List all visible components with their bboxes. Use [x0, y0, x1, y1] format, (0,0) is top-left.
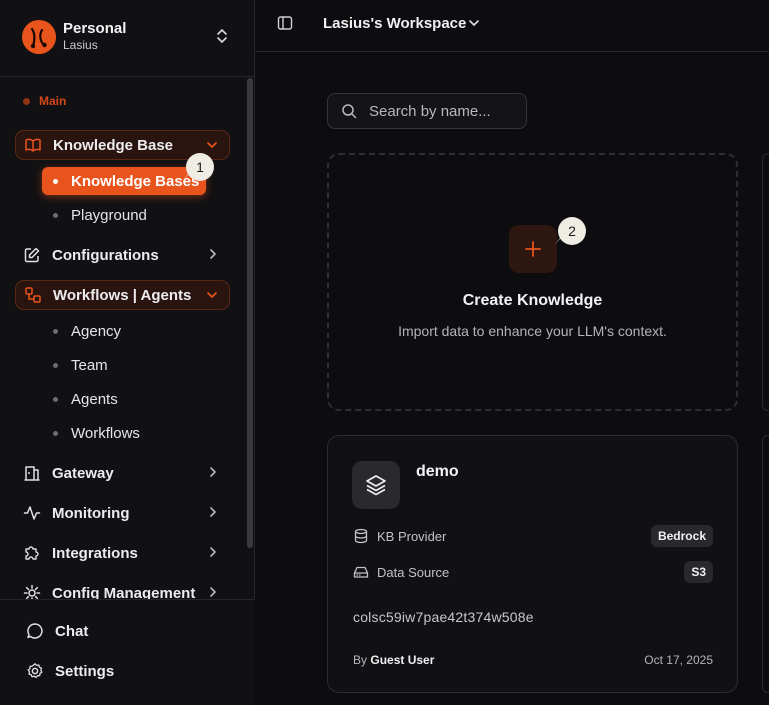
chevron-right-icon: [210, 467, 216, 477]
bullet-icon: [53, 396, 58, 402]
kb-name: demo: [416, 463, 459, 480]
kb-date: Oct 17, 2025: [644, 653, 713, 667]
org-switcher[interactable]: Personal Lasius: [0, 0, 255, 77]
org-name: Personal: [63, 20, 127, 37]
sidebar-toggle-icon[interactable]: [277, 15, 293, 31]
search-box[interactable]: [327, 93, 527, 129]
plus-icon: [525, 241, 541, 257]
org-logo-icon: [22, 20, 56, 54]
edit-icon: [23, 246, 41, 264]
activity-icon: [23, 504, 41, 522]
sidebar-item-label: Monitoring: [52, 504, 130, 522]
chevron-right-icon: [210, 587, 216, 597]
search-icon: [342, 104, 357, 119]
kb-provider-row: KB Provider: [353, 528, 446, 544]
sidebar-subitem-playground[interactable]: Playground: [42, 201, 147, 229]
bullet-icon: [53, 178, 58, 184]
chevron-down-icon[interactable]: [467, 16, 481, 30]
sidebar-item-integrations[interactable]: Integrations: [15, 538, 230, 568]
bullet-icon: [53, 328, 58, 334]
kb-author-name: Guest User: [370, 653, 435, 667]
kb-source-badge: S3: [684, 561, 713, 583]
tour-badge-2[interactable]: 2: [558, 217, 586, 245]
create-knowledge-button[interactable]: [509, 225, 557, 273]
create-knowledge-title: Create Knowledge: [462, 292, 603, 309]
section-label-main: Main: [23, 94, 66, 108]
chevrons-up-down-icon[interactable]: [214, 27, 230, 45]
workflow-icon: [24, 286, 42, 304]
sidebar-subitem-team[interactable]: Team: [42, 351, 108, 379]
sidebar-item-label: Knowledge Base: [53, 136, 174, 154]
bullet-icon: [53, 430, 58, 436]
kb-source-row: Data Source: [353, 564, 449, 580]
chevron-right-icon: [210, 547, 216, 557]
sidebar-item-configurations[interactable]: Configurations: [15, 240, 230, 270]
tour-badge-1[interactable]: 1: [186, 153, 214, 181]
sidebar-item-monitoring[interactable]: Monitoring: [15, 498, 230, 528]
sidebar: Personal Lasius Main Knowledge Base Know…: [0, 0, 255, 705]
create-knowledge-subtitle: Import data to enhance your LLM's contex…: [398, 323, 667, 339]
next-card-edge: [762, 435, 769, 693]
sidebar-item-label: Integrations: [52, 544, 138, 562]
section-dot-icon: [23, 97, 30, 105]
sidebar-bottom-nav: Chat Settings: [0, 599, 255, 705]
bullet-icon: [53, 362, 58, 368]
sidebar-subitem-agents[interactable]: Agents: [42, 385, 118, 413]
sidebar-item-workflows-agents[interactable]: Workflows | Agents: [15, 280, 230, 310]
next-card-edge: [762, 153, 769, 411]
sidebar-item-label: Workflows | Agents: [53, 286, 192, 304]
chevron-down-icon: [207, 292, 217, 298]
sidebar-scrollbar[interactable]: [247, 78, 253, 548]
chevron-right-icon: [210, 249, 216, 259]
create-knowledge-card[interactable]: 2 Create Knowledge Import data to enhanc…: [327, 153, 738, 411]
settings-icon: [26, 662, 44, 680]
sidebar-item-label: Gateway: [52, 464, 114, 482]
kb-id: colsc59iw7pae42t374w508e: [353, 609, 534, 625]
chat-icon: [26, 622, 44, 640]
chevron-down-icon: [207, 142, 217, 148]
bullet-icon: [53, 212, 58, 218]
sidebar-subitem-agency[interactable]: Agency: [42, 317, 121, 345]
workspace-title[interactable]: Lasius's Workspace: [323, 15, 466, 32]
chevron-right-icon: [210, 507, 216, 517]
sidebar-item-gateway[interactable]: Gateway: [15, 458, 230, 488]
database-icon: [353, 528, 369, 544]
top-bar: Lasius's Workspace: [255, 0, 769, 52]
knowledge-base-card[interactable]: demo KB Provider Bedrock Data Source S3 …: [327, 435, 738, 693]
kb-author: By Guest User: [353, 653, 435, 667]
hard-drive-icon: [353, 564, 369, 580]
layers-icon: [352, 461, 400, 509]
search-input[interactable]: [369, 102, 519, 120]
sidebar-item-label: Configurations: [52, 246, 159, 264]
org-user: Lasius: [63, 38, 98, 52]
kb-provider-badge: Bedrock: [650, 525, 713, 547]
book-icon: [24, 136, 42, 154]
sidebar-item-settings[interactable]: Settings: [26, 662, 114, 680]
sidebar-subitem-workflows[interactable]: Workflows: [42, 419, 140, 447]
sidebar-item-chat[interactable]: Chat: [26, 622, 88, 640]
sidebar-subitem-knowledge-bases[interactable]: Knowledge Bases: [42, 167, 206, 195]
puzzle-icon: [23, 544, 41, 562]
gateway-icon: [23, 464, 41, 482]
